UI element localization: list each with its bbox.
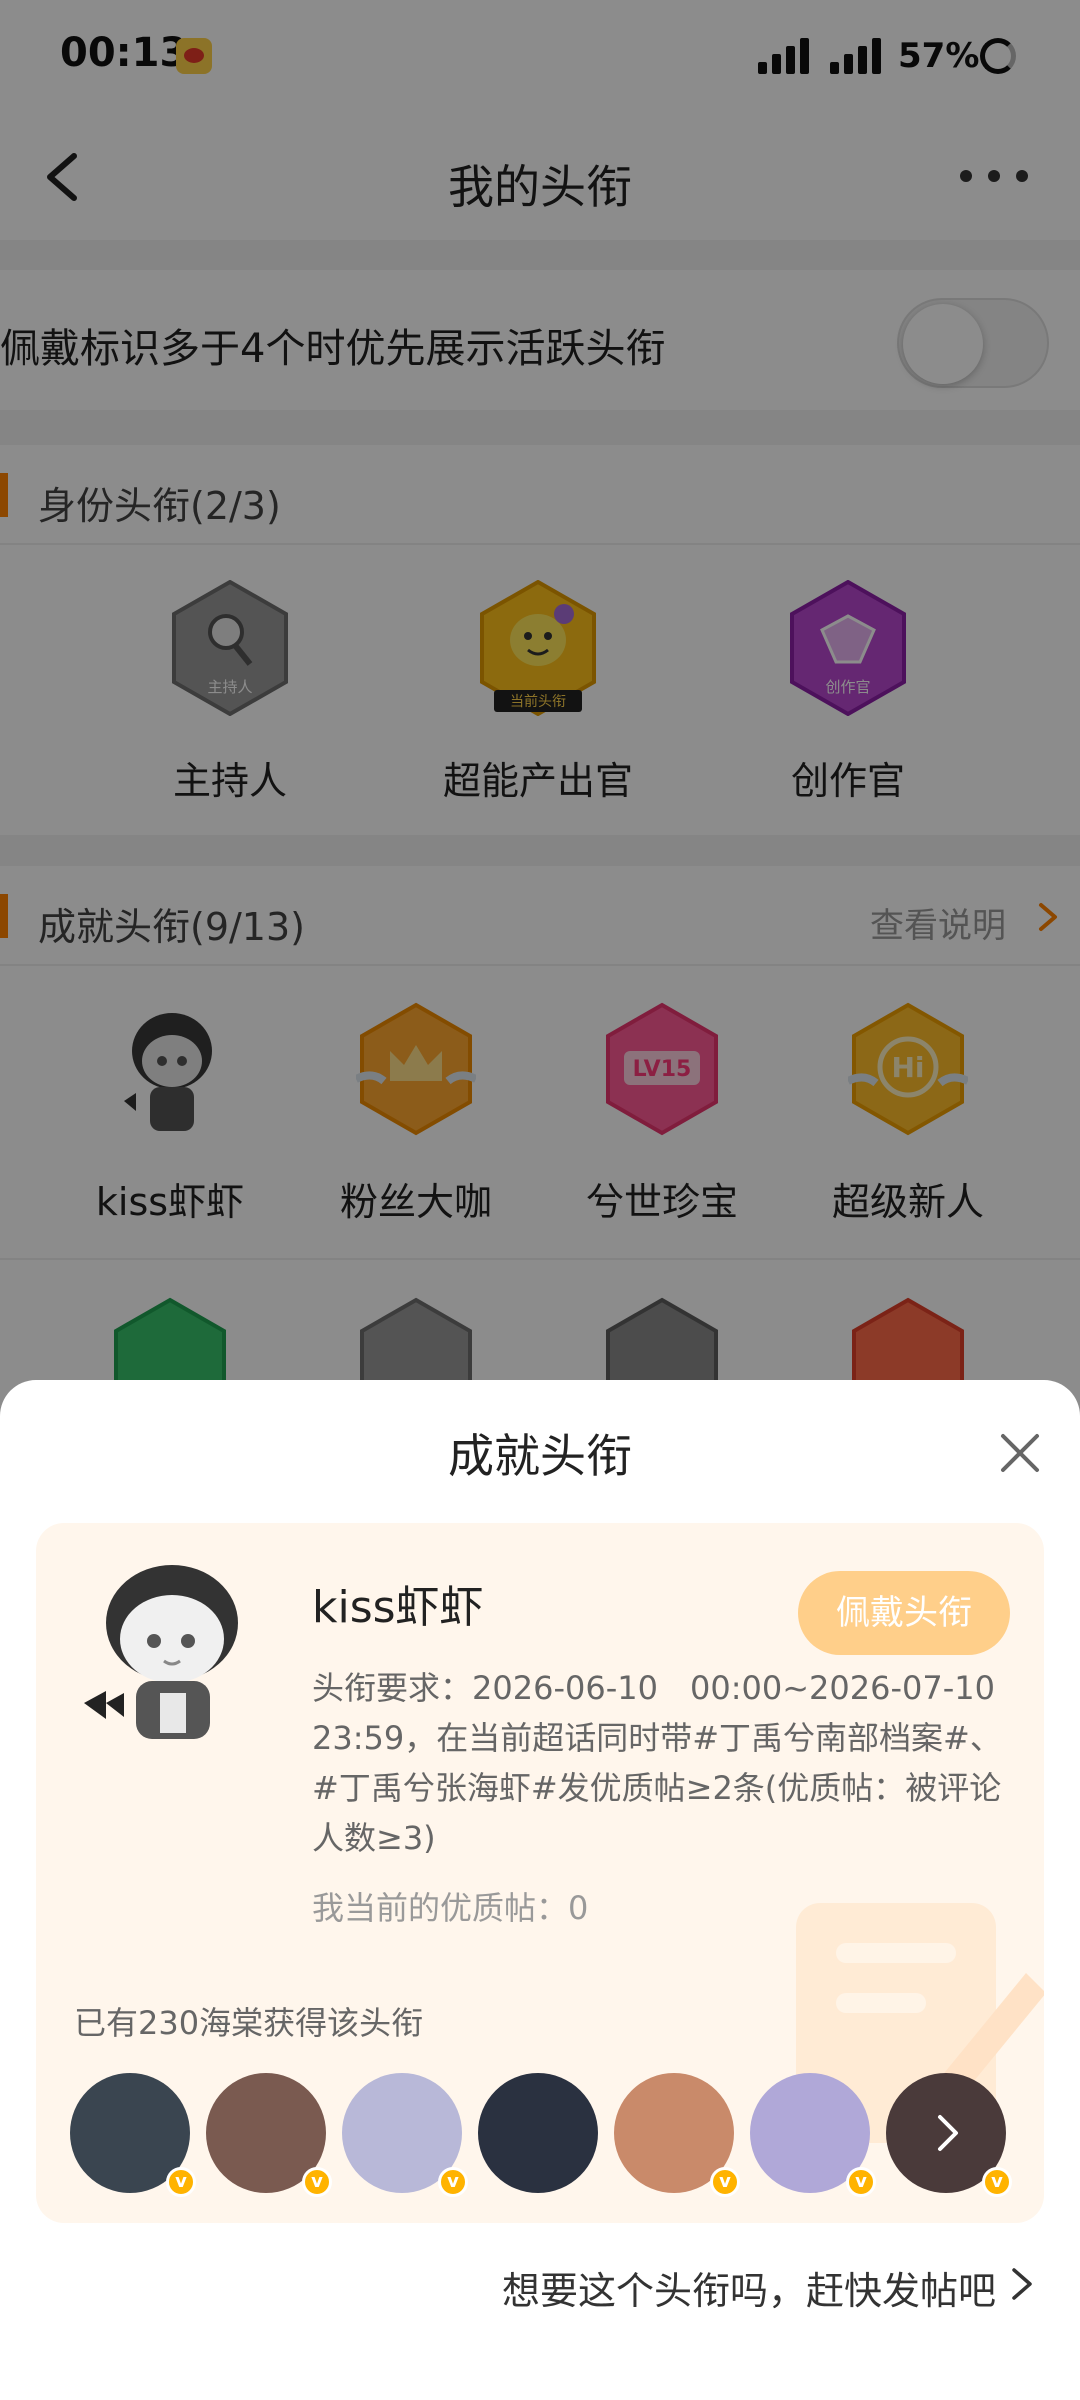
current-quality-posts: 我当前的优质帖：0 <box>312 1889 589 1927</box>
more-users-button[interactable]: v <box>886 2073 1012 2197</box>
user-avatar[interactable]: v <box>614 2073 740 2197</box>
achievement-detail-sheet: 成就头衔 kiss虾虾 佩戴头衔 头衔要求：2026-06-10 00:00~2… <box>0 1380 1080 2400</box>
user-avatar[interactable] <box>478 2073 598 2193</box>
title-detail-card: kiss虾虾 佩戴头衔 头衔要求：2026-06-10 00:00~2026-0… <box>36 1523 1044 2223</box>
verified-badge-icon: v <box>710 2167 740 2197</box>
user-avatar[interactable]: v <box>70 2073 196 2197</box>
sheet-title: 成就头衔 <box>448 1429 632 1483</box>
verified-badge-icon: v <box>982 2167 1012 2197</box>
chevron-right-icon <box>938 2115 958 2151</box>
verified-badge-icon: v <box>302 2167 332 2197</box>
earned-count: 已有230海棠获得该头衔 <box>74 2004 424 2042</box>
verified-badge-icon: v <box>438 2167 468 2197</box>
chibi-avatar-icon <box>84 1565 238 1739</box>
title-name: kiss虾虾 <box>312 1582 484 1633</box>
wear-title-button[interactable]: 佩戴头衔 <box>798 1571 1010 1655</box>
close-icon[interactable] <box>997 1430 1043 1476</box>
user-avatar[interactable]: v <box>750 2073 876 2197</box>
earned-users-list: v v v v v v <box>70 2073 1030 2203</box>
title-requirement: 头衔要求：2026-06-10 00:00~2026-07-10 23:59，在… <box>312 1669 1002 1857</box>
user-avatar[interactable]: v <box>342 2073 468 2197</box>
user-avatar[interactable]: v <box>206 2073 332 2197</box>
chevron-right-icon[interactable] <box>1010 2266 1034 2302</box>
go-post-label: 想要这个头衔吗，赶快发帖吧 <box>501 2269 996 2313</box>
verified-badge-icon: v <box>166 2167 196 2197</box>
verified-badge-icon: v <box>846 2167 876 2197</box>
go-post-link[interactable]: 想要这个头衔吗，赶快发帖吧 <box>0 2260 1040 2315</box>
